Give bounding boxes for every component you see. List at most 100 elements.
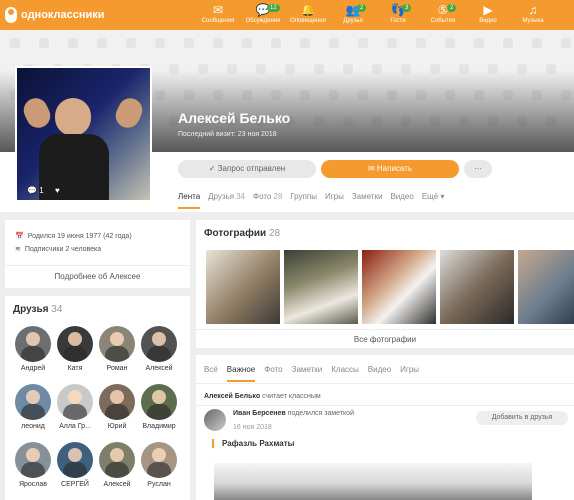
feed-tab-1[interactable]: Важное	[226, 365, 256, 382]
profile-tab-5[interactable]: Заметки	[352, 192, 383, 209]
post-author-avatar[interactable]	[204, 409, 226, 431]
photos-count: 28	[268, 228, 281, 239]
profile-tab-label: Ещё ▾	[421, 192, 445, 201]
envelope-icon: ✉	[367, 164, 375, 173]
feed-tab-0[interactable]: Всё	[204, 365, 218, 382]
photo-thumbnail[interactable]	[206, 250, 280, 324]
friend-item[interactable]: Алексей	[97, 442, 137, 488]
add-friend-button[interactable]: Добавить в друзья	[476, 411, 568, 425]
friend-item[interactable]: Руслан	[139, 442, 179, 488]
friend-name: Андрей	[20, 365, 46, 372]
subscribers-row[interactable]: ≋ Подписчики 2 человека	[15, 245, 180, 254]
cover-pattern-icon	[416, 38, 426, 48]
request-sent-button[interactable]: ✓ Запрос отправлен	[178, 160, 316, 178]
feed-tab-5[interactable]: Видео	[368, 365, 391, 382]
profile-tab-7[interactable]: Ещё ▾	[422, 192, 445, 209]
nav-bell[interactable]: 🔔 Оповещения	[286, 3, 330, 26]
events-icon: ⑤	[437, 3, 449, 17]
nav-chat[interactable]: 💬 Обсуждения 12	[241, 3, 285, 26]
friend-item[interactable]: леонид	[13, 384, 53, 430]
friend-item[interactable]: Алла Гр...	[55, 384, 95, 430]
friend-name: Алла Гр...	[59, 423, 91, 430]
cover-pattern-icon	[97, 38, 107, 48]
avatar-like-icon[interactable]: ♥	[55, 186, 60, 195]
cover-pattern-icon	[126, 38, 136, 48]
feed-tab-2[interactable]: Фото	[264, 365, 282, 382]
cover-pattern-icon	[213, 38, 223, 48]
nav-label: Обсуждения	[245, 18, 281, 24]
check-icon: ✓	[208, 164, 216, 173]
friend-name: Владимир	[142, 423, 176, 430]
friends-card: Друзья 34 Андрей Катя Роман Алексей леонид Ал…	[5, 296, 190, 500]
profile-avatar[interactable]: 💬 1 ♥	[15, 66, 152, 202]
friend-name: Руслан	[147, 481, 171, 488]
profile-tab-0[interactable]: Лента	[178, 192, 201, 209]
note-image[interactable]	[214, 463, 532, 500]
photo-thumbnail[interactable]	[440, 250, 514, 324]
birthday-text: Родился 19 июня 1977 (42 года)	[27, 232, 132, 240]
post-date: 16 ноя 2018	[233, 424, 272, 431]
photo-thumbnail[interactable]	[284, 250, 358, 324]
profile-tabs: Лента Друзья 34 Фото 28 Группы Игры Заметки Виде…	[178, 192, 444, 209]
photo-thumbnail[interactable]	[362, 250, 436, 324]
photo-thumbnail[interactable]	[518, 250, 574, 324]
all-photos-link[interactable]: Все фотографии	[196, 329, 574, 344]
friend-item[interactable]: Андрей	[13, 326, 53, 372]
more-about-link[interactable]: Подробнее об Алексее	[5, 265, 190, 281]
friend-name: Роман	[106, 365, 128, 372]
subscribers-text: Подписчики 2 человека	[24, 245, 102, 253]
nav-music[interactable]: ♫ Музыка	[511, 3, 555, 26]
nav-footprints[interactable]: 👣 Гости 3	[376, 3, 420, 26]
feed-tab-3[interactable]: Заметки	[292, 365, 323, 382]
friend-item[interactable]: Катя	[55, 326, 95, 372]
cover-pattern-icon	[474, 38, 484, 48]
nav-events[interactable]: ⑤ События 2	[421, 3, 465, 26]
more-actions-button[interactable]: ···	[464, 160, 492, 178]
profile-tab-6[interactable]: Видео	[390, 192, 413, 209]
friends-count: 34	[51, 304, 63, 315]
nav-envelope[interactable]: ✉ Сообщения	[196, 3, 240, 26]
feed-header-name[interactable]: Алексей Белько	[204, 393, 260, 400]
friend-item[interactable]: Владимир	[139, 384, 179, 430]
profile-tab-3[interactable]: Группы	[290, 192, 317, 209]
friend-item[interactable]: Юрий	[97, 384, 137, 430]
birthday-row: 📅 Родился 19 июня 1977 (42 года)	[15, 232, 180, 241]
write-message-button[interactable]: ✉ Написать	[321, 160, 459, 178]
profile-tab-2[interactable]: Фото 28	[253, 192, 282, 209]
calendar-icon: 📅	[15, 233, 24, 240]
cover-pattern-icon	[184, 38, 194, 48]
avatar-body-shape	[39, 134, 109, 200]
friend-item[interactable]: Ярослав	[13, 442, 53, 488]
nav-friends[interactable]: 👥 Друзья 2	[331, 3, 375, 26]
profile-tab-1[interactable]: Друзья 34	[208, 192, 245, 209]
cover-pattern-icon	[387, 38, 397, 48]
feed-tab-4[interactable]: Классы	[331, 365, 359, 382]
friends-title-label: Друзья	[13, 304, 49, 315]
cover-pattern-icon	[532, 38, 542, 48]
avatar-comments[interactable]: 💬 1	[27, 186, 44, 195]
friend-avatar	[57, 384, 93, 420]
friend-item[interactable]: Роман	[97, 326, 137, 372]
profile-tab-label: Лента	[178, 192, 201, 201]
shared-note[interactable]: Рафазль Рахматы	[212, 439, 294, 448]
video-icon: ▶	[483, 3, 493, 17]
top-bar: одноклассники ✉ Сообщения 💬 Обсуждения 12 🔔 Оп…	[0, 0, 574, 30]
cover-pattern-icon	[300, 38, 310, 48]
post-author-name[interactable]: Иван Берсенев	[233, 410, 286, 417]
post-action: поделился заметкой	[287, 410, 354, 417]
friend-name: леонид	[21, 423, 45, 430]
nav-video[interactable]: ▶ Видео	[466, 3, 510, 26]
friend-item[interactable]: Алексей	[139, 326, 179, 372]
friend-name: Катя	[67, 365, 83, 372]
avatar-comments-count: 1	[39, 186, 44, 195]
cover-pattern-icon	[503, 38, 513, 48]
avatar-head-shape	[55, 98, 91, 136]
friends-icon: 👥	[345, 3, 361, 17]
photos-title[interactable]: Фотографии 28	[204, 228, 280, 239]
logo[interactable]: одноклассники	[5, 7, 105, 23]
profile-tab-4[interactable]: Игры	[325, 192, 344, 209]
friends-title[interactable]: Друзья 34	[13, 304, 62, 315]
profile-tab-count: 34	[236, 192, 245, 201]
feed-tab-6[interactable]: Игры	[400, 365, 419, 382]
friend-item[interactable]: СЕРГЕЙ	[55, 442, 95, 488]
